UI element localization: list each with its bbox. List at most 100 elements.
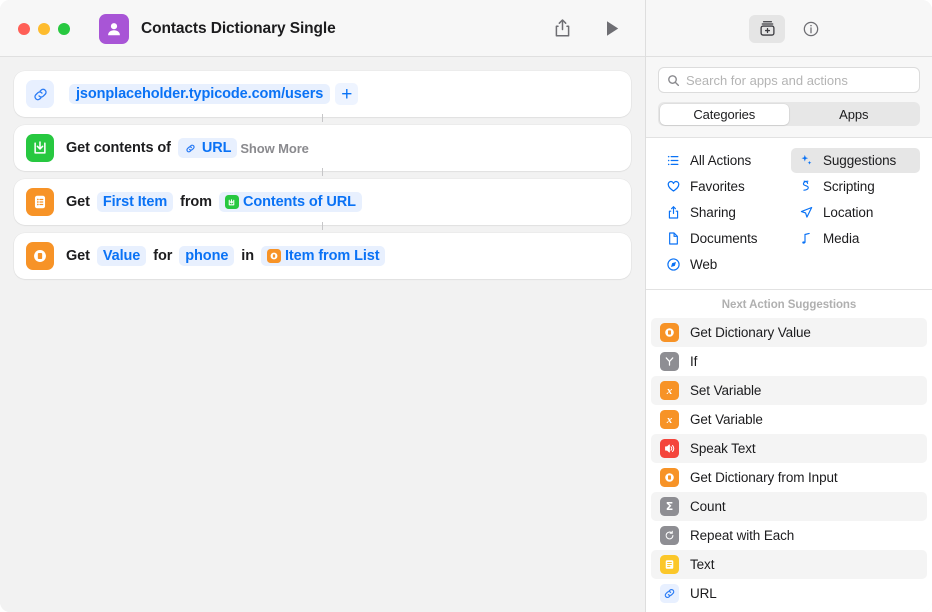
orange-dict-glyph-icon [266,249,281,263]
action-label-get: Get [66,248,90,264]
dictionary-icon [660,468,679,487]
category-label: Web [690,257,718,272]
suggestion-if[interactable]: If [651,347,927,376]
search-box[interactable] [658,67,920,93]
suggestion-get-dictionary-from-input[interactable]: Get Dictionary from Input [651,463,927,492]
shortcut-details-button[interactable] [793,15,829,43]
suggestions-header: Next Action Suggestions [721,299,857,311]
value-token[interactable]: Value [96,246,147,266]
category-media[interactable]: Media [791,226,920,251]
search-input[interactable] [686,72,911,88]
add-url-button[interactable]: + [335,83,359,105]
category-all-actions[interactable]: All Actions [658,148,787,173]
action-card-url[interactable]: jsonplaceholder.typicode.com/users + [14,71,631,117]
play-icon [606,21,618,36]
tab-categories[interactable]: Categories [659,103,789,125]
get-dictionary-value-icon [26,242,54,270]
location-arrow-icon [798,205,814,221]
suggestion-label: URL [690,586,717,601]
card-connector [321,222,324,230]
suggestion-label: Get Variable [690,412,763,427]
close-button[interactable] [18,22,30,35]
heart-icon [665,179,681,195]
category-web[interactable]: Web [658,252,787,277]
category-label: Favorites [690,179,745,194]
variable-icon: x [660,381,679,400]
share-icon [665,205,681,221]
action-label-get-contents: Get contents of [66,140,171,156]
action-card-get-contents[interactable]: Get contents of URL Show More [14,125,631,171]
window-titlebar: Contacts Dictionary Single [0,0,645,57]
shortcut-canvas: jsonplaceholder.typicode.com/users + Get… [0,57,645,612]
url-variable-token[interactable]: URL [177,138,238,158]
library-segmented-control[interactable]: Categories Apps [658,102,920,126]
scripting-icon [798,179,814,195]
category-favorites[interactable]: Favorites [658,174,787,199]
category-label: Suggestions [823,153,897,168]
info-circle-icon [803,21,819,36]
suggestion-url[interactable]: URL [651,579,927,608]
suggestions-panel: Next Action Suggestions Get Dictionary V… [646,290,932,612]
show-more-button[interactable]: Show More [240,141,309,156]
list-bullet-icon [665,153,681,169]
url-value-token[interactable]: jsonplaceholder.typicode.com/users [69,84,331,104]
suggestion-set-variable[interactable]: x Set Variable [651,376,927,405]
categories-panel: All Actions Suggestions Favorites Script… [646,137,932,290]
first-item-token[interactable]: First Item [96,192,174,212]
url-link-icon [26,80,54,108]
suggestion-repeat-with-each[interactable]: Repeat with Each [651,521,927,550]
link-glyph-icon [184,141,198,155]
music-note-icon [798,231,814,247]
zoom-button[interactable] [58,22,70,35]
action-label-from: from [180,194,212,210]
card-connector [321,168,324,176]
action-label-for: for [153,248,173,264]
speaker-icon [660,439,679,458]
variable-glyph: x [666,384,673,397]
key-token[interactable]: phone [179,246,235,266]
minimize-button[interactable] [38,22,50,35]
suggestion-speak-text[interactable]: Speak Text [651,434,927,463]
category-label: Location [823,205,874,220]
contents-of-url-token[interactable]: Contents of URL [218,192,362,212]
run-button[interactable] [595,14,629,44]
action-text-get-item: Get First Item from Contents of URL [66,192,365,212]
sigma-glyph: Σ [665,500,674,513]
category-label: All Actions [690,153,752,168]
sparkles-icon [798,153,814,169]
category-label: Scripting [823,179,875,194]
search-icon [668,74,680,86]
action-card-get-dictionary-value[interactable]: Get Value for phone in Item from List [14,233,631,279]
suggestion-label: Set Variable [690,383,762,398]
tab-apps[interactable]: Apps [789,104,919,125]
card-connector [321,114,324,122]
suggestion-get-variable[interactable]: x Get Variable [651,405,927,434]
item-from-list-label: Item from List [284,248,380,264]
category-scripting[interactable]: Scripting [791,174,920,199]
category-label: Media [823,231,860,246]
shortcuts-window: Contacts Dictionary Single jsonplacehold… [0,0,932,612]
action-card-get-item-from-list[interactable]: Get First Item from Contents of URL [14,179,631,225]
item-from-list-token[interactable]: Item from List [260,246,386,266]
category-suggestions[interactable]: Suggestions [791,148,920,173]
safari-compass-icon [665,257,681,273]
action-label-in: in [241,248,254,264]
suggestion-text[interactable]: Text [651,550,927,579]
share-button[interactable] [545,14,579,44]
add-action-library-button[interactable] [749,14,785,43]
action-label-get: Get [66,194,90,210]
suggestion-count[interactable]: Σ Count [651,492,927,521]
document-icon [665,231,681,247]
variable-glyph: x [666,413,673,426]
category-documents[interactable]: Documents [658,226,787,251]
suggestion-get-dictionary-value[interactable]: Get Dictionary Value [651,318,927,347]
if-branch-icon [660,352,679,371]
category-sharing[interactable]: Sharing [658,200,787,225]
suggestion-label: Speak Text [690,441,756,456]
suggestion-label: Text [690,557,715,572]
suggestion-label: Repeat with Each [690,528,795,543]
get-contents-icon [26,134,54,162]
get-item-from-list-icon [26,188,54,216]
category-location[interactable]: Location [791,200,920,225]
text-lines-icon [660,555,679,574]
